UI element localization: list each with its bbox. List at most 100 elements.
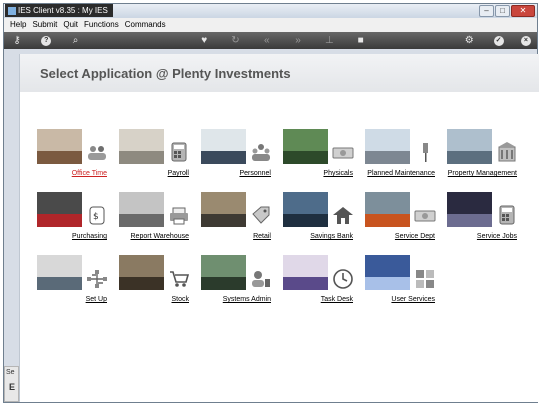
clock-icon[interactable] [331, 267, 355, 289]
app-tile-planned-maintenance[interactable]: Planned Maintenance [365, 129, 445, 189]
menu-functions[interactable]: Functions [81, 18, 122, 32]
thumbnail-shade [37, 214, 82, 227]
window-title-tab[interactable]: IES Client v8.35 : My IES [5, 4, 113, 17]
app-thumbnail[interactable] [119, 192, 164, 227]
menu-submit[interactable]: Submit [29, 18, 60, 32]
app-label[interactable]: Service Dept [395, 233, 435, 240]
side-tab-letter: E [9, 382, 16, 392]
team-icon[interactable] [249, 141, 273, 163]
heart-icon[interactable]: ♥ [197, 35, 211, 47]
search-icon[interactable]: ⌕ [69, 35, 83, 47]
app-thumbnail[interactable] [283, 129, 328, 164]
confirm-icon[interactable]: ✓ [493, 35, 504, 46]
app-label[interactable]: Task Desk [321, 296, 353, 303]
invoice-icon[interactable]: $ [85, 204, 109, 226]
app-label[interactable]: Savings Bank [310, 233, 353, 240]
maximize-button[interactable]: □ [495, 5, 510, 17]
app-thumbnail[interactable] [37, 129, 82, 164]
people-icon[interactable] [85, 141, 109, 163]
app-tile-set-up[interactable]: Set Up [37, 255, 117, 315]
pin-icon[interactable]: ⊥ [322, 35, 336, 47]
menu-quit[interactable]: Quit [60, 18, 81, 32]
app-label[interactable]: Service Jobs [477, 233, 517, 240]
app-label[interactable]: Stock [171, 296, 189, 303]
app-thumbnail[interactable] [201, 129, 246, 164]
close-icon[interactable]: × [520, 35, 531, 46]
app-tile-service-jobs[interactable]: Service Jobs [447, 192, 527, 252]
app-tile-service-dept[interactable]: Service Dept [365, 192, 445, 252]
home-icon[interactable] [331, 204, 355, 226]
side-tab[interactable]: Se E [4, 366, 19, 402]
thumbnail-shade [37, 277, 82, 290]
app-label[interactable]: Set Up [86, 296, 107, 303]
thumbnail-shade [119, 277, 164, 290]
app-tile-report-warehouse[interactable]: Report Warehouse [119, 192, 199, 252]
app-thumbnail[interactable] [37, 192, 82, 227]
pin-icon[interactable] [413, 141, 437, 163]
menu-help[interactable]: Help [4, 18, 29, 32]
app-thumbnail[interactable] [119, 129, 164, 164]
printer-icon[interactable] [167, 204, 191, 226]
app-label[interactable]: Report Warehouse [131, 233, 190, 240]
app-tile-systems-admin[interactable]: Systems Admin [201, 255, 281, 315]
refresh-icon[interactable]: ↻ [228, 35, 242, 47]
app-label[interactable]: Planned Maintenance [367, 170, 435, 177]
close-window-button[interactable]: ✕ [511, 5, 535, 17]
app-label[interactable]: Systems Admin [223, 296, 271, 303]
apps-icon[interactable] [413, 267, 437, 289]
app-tile-task-desk[interactable]: Task Desk [283, 255, 363, 315]
app-tile-personnel[interactable]: Personnel [201, 129, 281, 189]
app-tile-retail[interactable]: Retail [201, 192, 281, 252]
app-tile-savings-bank[interactable]: Savings Bank [283, 192, 363, 252]
cart-icon[interactable] [167, 267, 191, 289]
calculator-icon[interactable] [495, 204, 519, 226]
app-label[interactable]: Retail [253, 233, 271, 240]
thumbnail-shade [365, 151, 410, 164]
app-thumbnail[interactable] [283, 255, 328, 290]
app-tile-property-management[interactable]: Property Management [447, 129, 527, 189]
app-label[interactable]: Physicals [323, 170, 353, 177]
rewind-icon[interactable]: « [260, 35, 274, 47]
app-label[interactable]: Office Time [72, 170, 107, 177]
app-tile-physicals[interactable]: Physicals [283, 129, 363, 189]
cash-icon[interactable] [331, 141, 355, 163]
app-thumbnail[interactable] [365, 255, 410, 290]
toolbar: ⚷ ? ⌕ ♥ ↻ « » ⊥ ■ ⚙ ✓ × [4, 32, 537, 49]
thumbnail-shade [201, 151, 246, 164]
minimize-button[interactable]: – [479, 5, 494, 17]
app-label[interactable]: User Services [391, 296, 435, 303]
app-tile-payroll[interactable]: Payroll [119, 129, 199, 189]
key-icon[interactable]: ⚷ [10, 35, 24, 47]
building-icon[interactable] [495, 141, 519, 163]
app-thumbnail[interactable] [447, 192, 492, 227]
app-thumbnail[interactable] [365, 129, 410, 164]
app-logo-icon [8, 6, 16, 15]
app-label[interactable]: Property Management [448, 170, 517, 177]
app-thumbnail[interactable] [201, 255, 246, 290]
app-thumbnail[interactable] [365, 192, 410, 227]
settings-icon[interactable]: ⚙ [462, 35, 476, 47]
app-label[interactable]: Personnel [239, 170, 271, 177]
app-tile-user-services[interactable]: User Services [365, 255, 445, 315]
app-thumbnail[interactable] [447, 129, 492, 164]
app-label[interactable]: Payroll [168, 170, 189, 177]
calculator-icon[interactable] [167, 141, 191, 163]
stop-icon[interactable]: ■ [354, 35, 368, 47]
app-tile-purchasing[interactable]: $ Purchasing [37, 192, 117, 252]
menu-commands[interactable]: Commands [122, 18, 169, 32]
app-thumbnail[interactable] [119, 255, 164, 290]
cash-icon[interactable] [413, 204, 437, 226]
app-tile-office-time[interactable]: Office Time [37, 129, 117, 189]
tag-icon[interactable] [249, 204, 273, 226]
thumbnail-shade [283, 214, 328, 227]
thumbnail-shade [119, 151, 164, 164]
fast-forward-icon[interactable]: » [291, 35, 305, 47]
app-tile-stock[interactable]: Stock [119, 255, 199, 315]
help-icon[interactable]: ? [41, 35, 52, 46]
app-label[interactable]: Purchasing [72, 233, 107, 240]
app-thumbnail[interactable] [283, 192, 328, 227]
network-icon[interactable] [85, 267, 109, 289]
app-thumbnail[interactable] [201, 192, 246, 227]
admin-icon[interactable] [249, 267, 273, 289]
app-thumbnail[interactable] [37, 255, 82, 290]
